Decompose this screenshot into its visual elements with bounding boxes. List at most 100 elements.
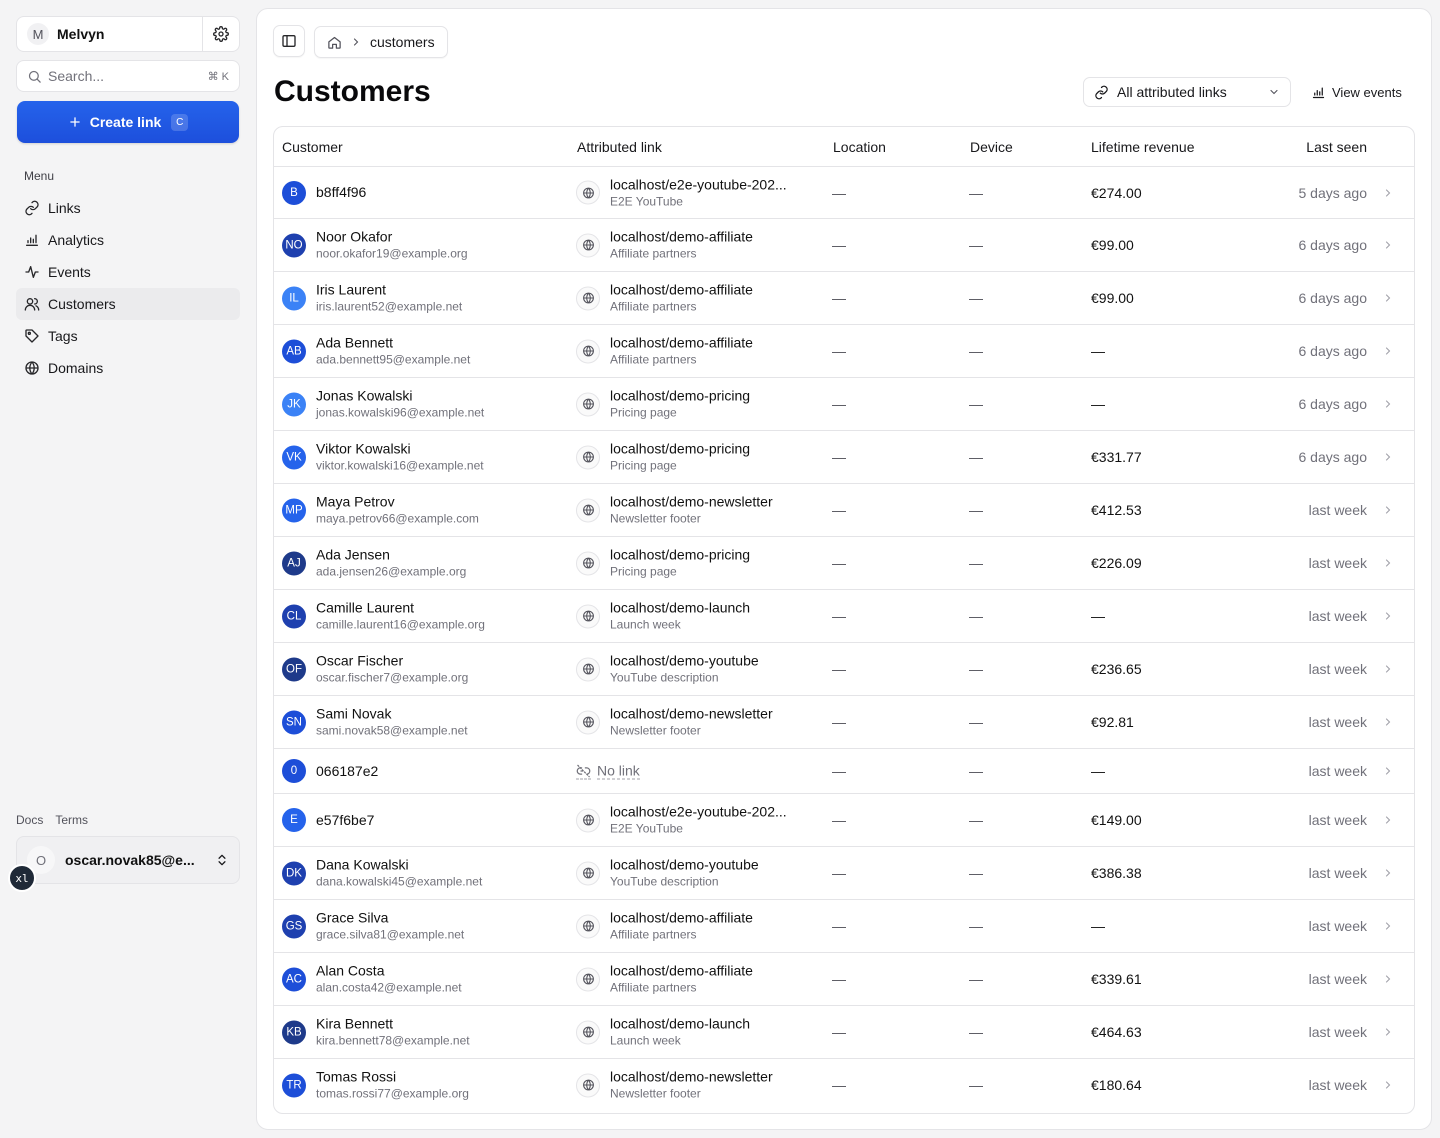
table-row[interactable]: GS Grace Silva grace.silva81@example.net lo… xyxy=(274,900,1414,953)
chevron-right-icon[interactable] xyxy=(1382,557,1394,569)
customer-name: b8ff4f96 xyxy=(316,184,367,200)
table-row[interactable]: TR Tomas Rossi tomas.rossi77@example.org lo… xyxy=(274,1059,1414,1111)
table-row[interactable]: AC Alan Costa alan.costa42@example.net loca… xyxy=(274,953,1414,1006)
table-row[interactable]: JK Jonas Kowalski jonas.kowalski96@example… xyxy=(274,378,1414,431)
chevron-right-icon[interactable] xyxy=(1382,663,1394,675)
attributed-link-cell[interactable]: localhost/e2e-youtube-202... E2E YouTube xyxy=(576,176,787,209)
link-url: localhost/demo-affiliate xyxy=(610,962,753,979)
table-row[interactable]: AJ Ada Jensen ada.jensen26@example.org loca… xyxy=(274,537,1414,590)
attributed-link-cell[interactable]: localhost/demo-affiliate Affiliate partne… xyxy=(576,282,753,315)
col-customer[interactable]: Customer xyxy=(282,139,343,155)
table-row[interactable]: MP Maya Petrov maya.petrov66@example.com lo… xyxy=(274,484,1414,537)
chevron-right-icon[interactable] xyxy=(1382,814,1394,826)
link-url: localhost/demo-pricing xyxy=(610,387,751,404)
settings-gear-icon[interactable] xyxy=(203,17,239,51)
customer-cell: IL Iris Laurent iris.laurent52@example.net xyxy=(282,282,462,315)
chevron-right-icon[interactable] xyxy=(1382,1079,1394,1091)
chevron-right-icon[interactable] xyxy=(1382,451,1394,463)
link-info: localhost/demo-newsletter Newsletter foot… xyxy=(610,1069,773,1102)
chevron-right-icon[interactable] xyxy=(1382,716,1394,728)
revenue-cell: — xyxy=(1091,396,1105,412)
table-row[interactable]: CL Camille Laurent camille.laurent16@examp… xyxy=(274,590,1414,643)
terms-link[interactable]: Terms xyxy=(55,813,88,827)
workspace-button[interactable]: M Melvyn xyxy=(17,17,203,51)
table-row[interactable]: Ee57f6be7 localhost/e2e-youtube-202... E2E… xyxy=(274,794,1414,847)
customer-info: Dana Kowalski dana.kowalski45@example.net xyxy=(316,857,482,890)
chevron-right-icon[interactable] xyxy=(1382,867,1394,879)
table-row[interactable]: IL Iris Laurent iris.laurent52@example.net… xyxy=(274,272,1414,325)
globe-icon xyxy=(576,808,600,832)
col-device[interactable]: Device xyxy=(970,139,1013,155)
chevron-right-icon[interactable] xyxy=(1382,398,1394,410)
attributed-link-cell[interactable]: localhost/demo-youtube YouTube descriptio… xyxy=(576,653,759,686)
link-label: Pricing page xyxy=(610,564,677,579)
link-info: localhost/e2e-youtube-202... E2E YouTube xyxy=(610,804,787,837)
sidebar-item-analytics[interactable]: Analytics xyxy=(16,224,240,256)
link-label: Affiliate partners xyxy=(610,927,697,942)
docs-link[interactable]: Docs xyxy=(16,813,43,827)
attributed-link-cell[interactable]: localhost/demo-pricing Pricing page xyxy=(576,547,750,580)
customer-email: ada.bennett95@example.net xyxy=(316,352,471,367)
customer-info: 066187e2 xyxy=(316,763,378,780)
attributed-link-cell[interactable]: localhost/demo-affiliate Affiliate partne… xyxy=(576,335,753,368)
chevron-right-icon[interactable] xyxy=(1382,504,1394,516)
last-seen-cell: last week xyxy=(1308,714,1367,730)
link-label: Affiliate partners xyxy=(610,352,697,367)
attributed-link-cell[interactable]: localhost/demo-newsletter Newsletter foot… xyxy=(576,706,773,739)
table-row[interactable]: KB Kira Bennett kira.bennett78@example.net… xyxy=(274,1006,1414,1059)
sidebar-item-tags[interactable]: Tags xyxy=(16,320,240,352)
attributed-link-cell[interactable]: localhost/demo-launch Launch week xyxy=(576,1016,750,1049)
table-row[interactable]: OF Oscar Fischer oscar.fischer7@example.or… xyxy=(274,643,1414,696)
device-cell: — xyxy=(969,290,983,306)
col-location[interactable]: Location xyxy=(833,139,886,155)
chevron-right-icon[interactable] xyxy=(1382,239,1394,251)
chevron-right-icon[interactable] xyxy=(1382,345,1394,357)
attributed-links-select[interactable]: All attributed links xyxy=(1083,77,1291,107)
attributed-link-cell[interactable]: localhost/demo-affiliate Affiliate partne… xyxy=(576,910,753,943)
sidebar-item-events[interactable]: Events xyxy=(16,256,240,288)
sidebar-item-links[interactable]: Links xyxy=(16,192,240,224)
col-lifetime-revenue[interactable]: Lifetime revenue xyxy=(1091,139,1195,155)
main-panel: customers Customers All attributed links… xyxy=(256,8,1432,1130)
table-row[interactable]: DK Dana Kowalski dana.kowalski45@example.n… xyxy=(274,847,1414,900)
attributed-link-cell[interactable]: localhost/demo-affiliate Affiliate partne… xyxy=(576,963,753,996)
sidebar-item-domains[interactable]: Domains xyxy=(16,352,240,384)
attributed-link-cell[interactable]: localhost/demo-pricing Pricing page xyxy=(576,441,750,474)
chevron-right-icon[interactable] xyxy=(1382,610,1394,622)
chevron-right-icon xyxy=(350,36,362,48)
attributed-link-cell[interactable]: localhost/demo-affiliate Affiliate partne… xyxy=(576,229,753,262)
chevron-right-icon[interactable] xyxy=(1382,920,1394,932)
chevron-right-icon[interactable] xyxy=(1382,1026,1394,1038)
link-info: localhost/demo-newsletter Newsletter foot… xyxy=(610,494,773,527)
sidebar-toggle-button[interactable] xyxy=(273,25,305,57)
view-events-button[interactable]: View events xyxy=(1311,77,1402,107)
table-row[interactable]: Bb8ff4f96 localhost/e2e-youtube-202... E2E… xyxy=(274,167,1414,219)
search-input[interactable]: Search... ⌘ K xyxy=(16,60,240,92)
create-link-button[interactable]: Create link C xyxy=(17,101,239,143)
sidebar-item-customers[interactable]: Customers xyxy=(16,288,240,320)
customer-info: Camille Laurent camille.laurent16@example… xyxy=(316,600,485,633)
table-row[interactable]: AB Ada Bennett ada.bennett95@example.net lo… xyxy=(274,325,1414,378)
table-row[interactable]: 0 066187e2 No link — — — last week xyxy=(274,749,1414,794)
chevron-right-icon[interactable] xyxy=(1382,292,1394,304)
attributed-link-cell[interactable]: localhost/demo-pricing Pricing page xyxy=(576,388,750,421)
customer-email: tomas.rossi77@example.org xyxy=(316,1086,469,1101)
chevron-right-icon[interactable] xyxy=(1382,187,1394,199)
user-menu-button[interactable]: O oscar.novak85@e... xyxy=(16,836,240,884)
chevron-right-icon[interactable] xyxy=(1382,765,1394,777)
attributed-link-cell[interactable]: localhost/demo-youtube YouTube descriptio… xyxy=(576,857,759,890)
location-cell: — xyxy=(832,918,846,934)
table-row[interactable]: SN Sami Novak sami.novak58@example.net loca… xyxy=(274,696,1414,749)
col-last-seen[interactable]: Last seen xyxy=(1306,139,1367,155)
table-row[interactable]: NO Noor Okafor noor.okafor19@example.org lo… xyxy=(274,219,1414,272)
attributed-link-cell[interactable]: localhost/demo-newsletter Newsletter foot… xyxy=(576,494,773,527)
home-icon[interactable] xyxy=(327,35,342,50)
table-row[interactable]: VK Viktor Kowalski viktor.kowalski16@examp… xyxy=(274,431,1414,484)
last-seen-cell: last week xyxy=(1308,661,1367,677)
attributed-link-cell[interactable]: localhost/demo-newsletter Newsletter foot… xyxy=(576,1069,773,1102)
attributed-link-cell[interactable]: localhost/e2e-youtube-202... E2E YouTube xyxy=(576,804,787,837)
attributed-link-cell[interactable]: localhost/demo-launch Launch week xyxy=(576,600,750,633)
revenue-cell: €331.77 xyxy=(1091,449,1142,465)
col-attributed-link[interactable]: Attributed link xyxy=(577,139,662,155)
chevron-right-icon[interactable] xyxy=(1382,973,1394,985)
